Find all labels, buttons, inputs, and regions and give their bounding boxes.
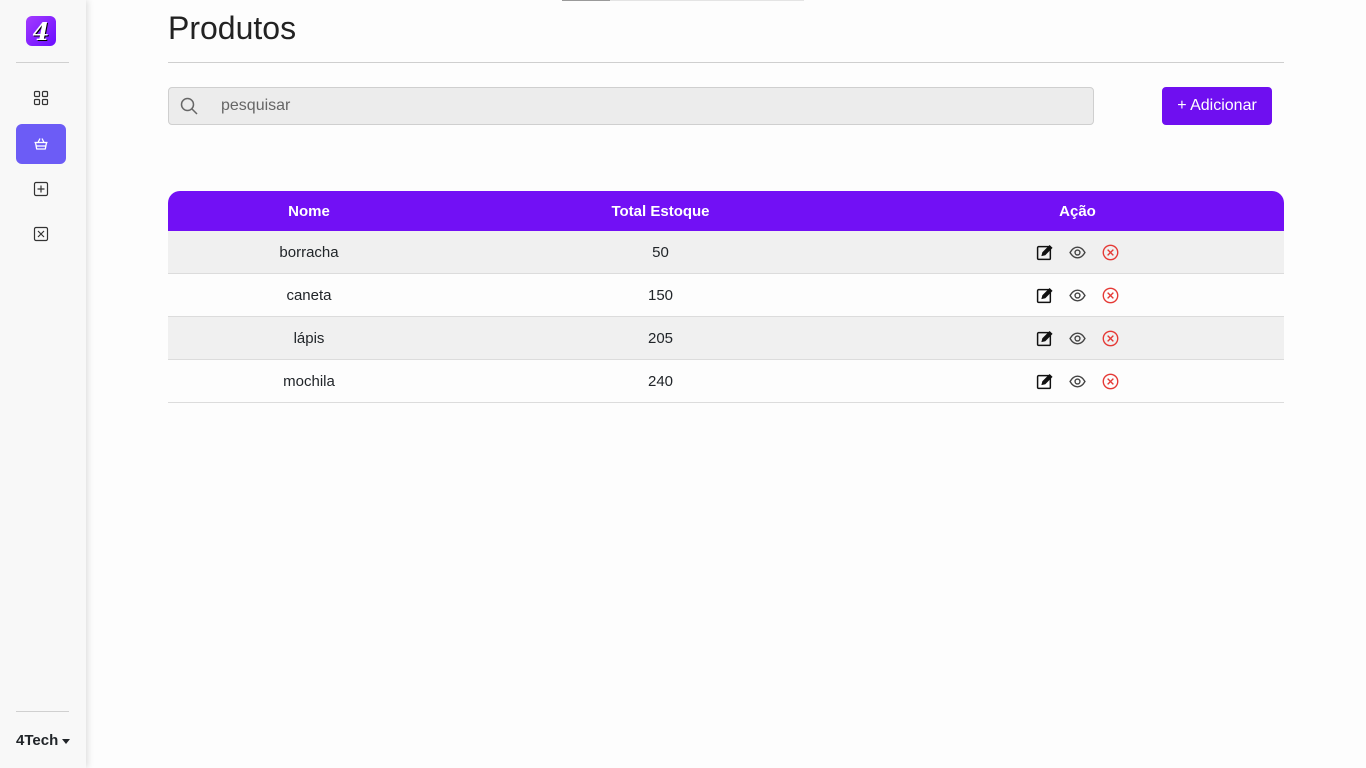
cell-stock: 50 [652,243,669,261]
cell-stock: 150 [647,286,674,304]
table-row: caneta 150 [168,274,1284,317]
table-row: borracha 50 [168,231,1284,274]
page-title: Produtos [168,10,297,46]
search-box [168,87,1094,125]
view-button[interactable] [1068,286,1087,305]
sidebar-divider [16,711,69,712]
delete-icon [1102,244,1119,260]
products-table: Nome Total Estoque Ação borracha 50 cane… [168,191,1284,403]
table-body: borracha 50 caneta 150 lápis 205 mochila… [168,231,1284,403]
app-logo[interactable]: 4 [26,16,56,46]
sidebar-item-remove[interactable] [16,214,66,254]
column-header-action: Ação [1059,202,1096,220]
delete-icon [1102,287,1119,303]
cell-actions [871,243,1284,262]
view-button[interactable] [1068,243,1087,262]
title-divider [168,62,1284,63]
edit-icon [1036,330,1053,346]
delete-icon [1102,330,1119,346]
cell-stock: 205 [647,329,674,347]
cell-actions [871,372,1284,391]
cell-name: lápis [293,329,325,347]
sidebar-item-add[interactable] [16,169,66,209]
sidebar-item-dashboard[interactable] [16,78,66,118]
search-icon [180,97,198,115]
brand-dropdown[interactable]: 4Tech [16,732,71,749]
column-header-name[interactable]: Nome [168,203,450,220]
view-icon [1069,374,1086,388]
delete-button[interactable] [1101,286,1120,305]
sidebar: 4 4Tech [0,0,86,768]
grid-icon [33,90,49,106]
basket-icon [34,138,48,150]
delete-button[interactable] [1101,243,1120,262]
delete-button[interactable] [1101,329,1120,348]
delete-icon [1102,373,1119,389]
cell-name: borracha [279,243,339,261]
cell-name: mochila [283,372,335,390]
edit-button[interactable] [1035,372,1054,391]
sidebar-divider [16,62,69,63]
edit-icon [1036,244,1053,260]
add-product-button[interactable]: + Adicionar [1162,87,1272,125]
plus-square-icon [33,181,49,197]
cell-actions [871,329,1284,348]
cell-actions [871,286,1284,305]
view-button[interactable] [1068,329,1087,348]
column-header-stock[interactable]: Total Estoque [450,203,871,220]
edit-icon [1036,287,1053,303]
x-square-icon [33,226,49,242]
brand-label: 4Tech [16,732,59,749]
table-header: Nome Total Estoque Ação [168,191,1284,231]
view-icon [1069,245,1086,259]
sidebar-item-products[interactable] [16,124,66,164]
edit-button[interactable] [1035,329,1054,348]
table-row: lápis 205 [168,317,1284,360]
search-input[interactable] [221,97,1021,115]
view-icon [1069,288,1086,302]
edit-button[interactable] [1035,243,1054,262]
caret-down-icon [62,739,71,744]
view-button[interactable] [1068,372,1087,391]
cell-stock: 240 [647,372,674,390]
view-icon [1069,331,1086,345]
delete-button[interactable] [1101,372,1120,391]
top-scroll-indicator [562,0,804,1]
table-row: mochila 240 [168,360,1284,403]
edit-icon [1036,373,1053,389]
cell-name: caneta [286,286,332,304]
edit-button[interactable] [1035,286,1054,305]
